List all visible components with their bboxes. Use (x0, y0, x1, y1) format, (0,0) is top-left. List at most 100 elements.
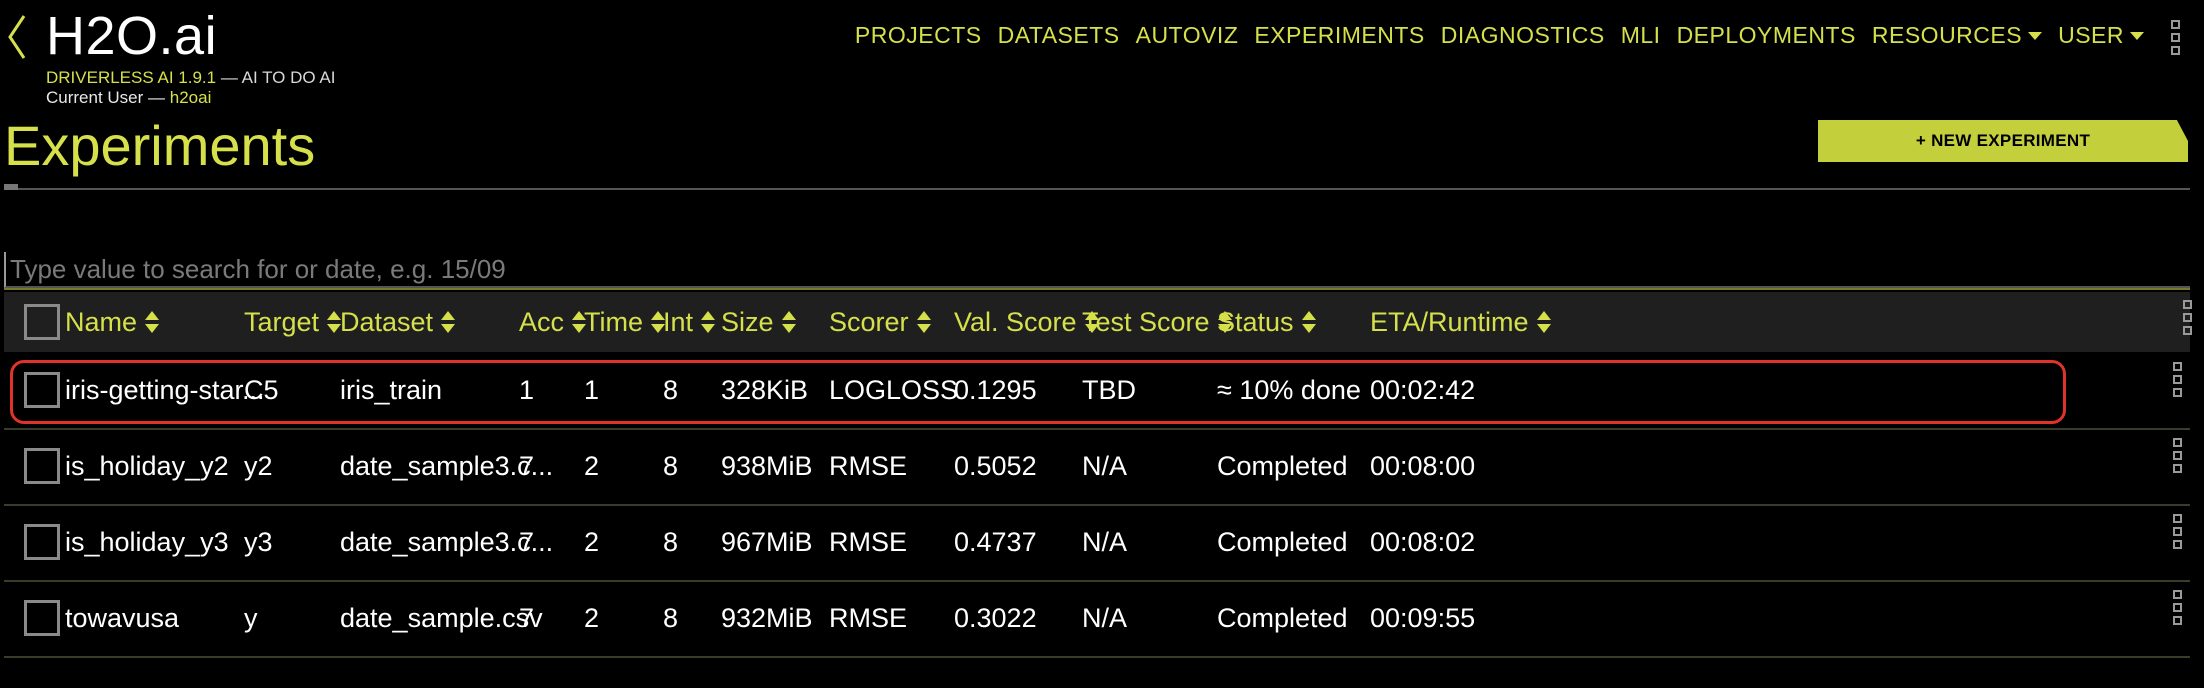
cell-name[interactable]: iris-getting-star... (65, 352, 265, 428)
column-header-label: Status (1217, 306, 1294, 337)
cell-test-score: N/A (1082, 450, 1128, 481)
nav-label: AUTOVIZ (1135, 22, 1239, 48)
nav-autoviz[interactable]: AUTOVIZ (1136, 22, 1239, 49)
nav-resources[interactable]: RESOURCES (1871, 22, 2043, 49)
column-header-label: Scorer (829, 306, 909, 337)
nav-label: USER (2058, 22, 2124, 48)
row-checkbox[interactable] (24, 448, 60, 484)
row-more-icon[interactable] (2173, 438, 2182, 473)
header-more-icon[interactable] (2183, 300, 2192, 335)
cell-acc: 7 (519, 450, 535, 481)
nav-label: DIAGNOSTICS (1440, 22, 1605, 48)
nav-more-icon[interactable] (2171, 20, 2180, 55)
cell-size: 967MiB (721, 526, 813, 557)
column-header-scorer[interactable]: Scorer (829, 292, 931, 352)
top-nav: PROJECTS DATASETS AUTOVIZ EXPERIMENTS DIAGNO… (839, 22, 2144, 49)
sort-icon (1536, 311, 1551, 333)
search-input[interactable] (4, 252, 2190, 288)
sort-icon (781, 311, 796, 333)
cell-acc: 7 (519, 526, 535, 557)
sort-icon (1301, 311, 1316, 333)
nav-label: EXPERIMENTS (1254, 22, 1425, 48)
nav-label: MLI (1620, 22, 1661, 48)
new-experiment-button[interactable]: + NEW EXPERIMENT (1818, 120, 2188, 162)
cell-status: Completed (1217, 526, 1348, 557)
cell-size: 938MiB (721, 450, 813, 481)
cell-target: y3 (244, 526, 273, 557)
cell-name[interactable]: is_holiday_y2 (65, 428, 229, 504)
cell-time: 2 (584, 602, 600, 633)
table-row[interactable]: is_holiday_y3 y3 date_sample3.c... 7 2 8 967Mi… (4, 504, 2190, 582)
column-header-size[interactable]: Size (721, 292, 796, 352)
cell-test-score: N/A (1082, 526, 1128, 557)
cell-name[interactable]: is_holiday_y3 (65, 504, 229, 580)
row-checkbox[interactable] (24, 524, 60, 560)
column-header-acc[interactable]: Acc (519, 292, 587, 352)
column-header-test-score[interactable]: Test Score (1082, 292, 1232, 352)
cell-dataset: date_sample.csv (340, 602, 543, 633)
row-checkbox[interactable] (24, 372, 60, 408)
cell-name[interactable]: towavusa (65, 580, 179, 656)
nav-mli[interactable]: MLI (1621, 22, 1661, 49)
table-row[interactable]: iris-getting-star... C5 iris_train 1 1 8 328Ki… (4, 352, 2190, 430)
nav-label: PROJECTS (854, 22, 982, 48)
cell-scorer: LOGLOSS (829, 374, 959, 405)
title-divider (4, 188, 2190, 190)
nav-deployments[interactable]: DEPLOYMENTS (1677, 22, 1856, 49)
row-select-cell (24, 352, 60, 428)
cell-time: 2 (584, 526, 600, 557)
sort-icon (916, 311, 931, 333)
column-header-int[interactable]: Int (663, 292, 716, 352)
select-all-cell (24, 292, 60, 352)
cell-target: y (244, 602, 258, 633)
nav-user[interactable]: USER (2058, 22, 2144, 49)
cell-int: 8 (663, 526, 679, 557)
column-header-name[interactable]: Name (65, 292, 160, 352)
nav-diagnostics[interactable]: DIAGNOSTICS (1441, 22, 1605, 49)
nav-label: DEPLOYMENTS (1676, 22, 1856, 48)
cell-acc: 7 (519, 602, 535, 633)
table-row[interactable]: towavusa y date_sample.csv 7 2 8 932MiB RMSE 0.3… (4, 580, 2190, 658)
back-chevron-icon[interactable] (6, 14, 28, 60)
cell-status: ≈ 10% done (1217, 374, 1361, 405)
cell-dataset: iris_train (340, 374, 443, 405)
row-more-icon[interactable] (2173, 590, 2182, 625)
column-header-label: Name (65, 306, 138, 337)
current-user-name: h2oai (169, 88, 212, 107)
cell-val-score: 0.1295 (954, 374, 1037, 405)
cell-target: y2 (244, 450, 273, 481)
column-header-label: Size (721, 306, 774, 337)
sort-icon (327, 311, 342, 333)
row-more-icon[interactable] (2173, 514, 2182, 549)
nav-projects[interactable]: PROJECTS (855, 22, 982, 49)
cell-test-score: N/A (1082, 602, 1128, 633)
nav-label: RESOURCES (1871, 22, 2023, 48)
column-header-time[interactable]: Time (584, 292, 665, 352)
column-header-status[interactable]: Status (1217, 292, 1316, 352)
column-header-eta[interactable]: ETA/Runtime (1370, 292, 1551, 352)
cell-val-score: 0.4737 (954, 526, 1037, 557)
row-checkbox[interactable] (24, 600, 60, 636)
column-header-label: Time (584, 306, 643, 337)
column-header-target[interactable]: Target (244, 292, 342, 352)
current-user-label: Current User — (46, 88, 170, 107)
column-header-label: Test Score (1082, 306, 1210, 337)
nav-datasets[interactable]: DATASETS (998, 22, 1120, 49)
column-header-dataset[interactable]: Dataset (340, 292, 456, 352)
brand-logo-title: H2O.ai (46, 6, 218, 66)
table-row[interactable]: is_holiday_y2 y2 date_sample3.c... 7 2 8 938Mi… (4, 428, 2190, 506)
row-more-icon[interactable] (2173, 362, 2182, 397)
nav-experiments[interactable]: EXPERIMENTS (1254, 22, 1424, 49)
column-header-label: ETA/Runtime (1370, 306, 1529, 337)
product-version: DRIVERLESS AI 1.9.1 — AI TO DO AI (46, 68, 335, 88)
cell-status: Completed (1217, 602, 1348, 633)
column-header-label: Val. Score (954, 306, 1077, 337)
cell-int: 8 (663, 450, 679, 481)
cell-eta: 00:08:00 (1370, 450, 1476, 481)
select-all-checkbox[interactable] (24, 304, 60, 340)
current-user: Current User — h2oai (46, 88, 211, 108)
column-header-val-score[interactable]: Val. Score (954, 292, 1099, 352)
sort-icon (441, 311, 456, 333)
cell-scorer: RMSE (829, 602, 908, 633)
cell-eta: 00:09:55 (1370, 602, 1476, 633)
